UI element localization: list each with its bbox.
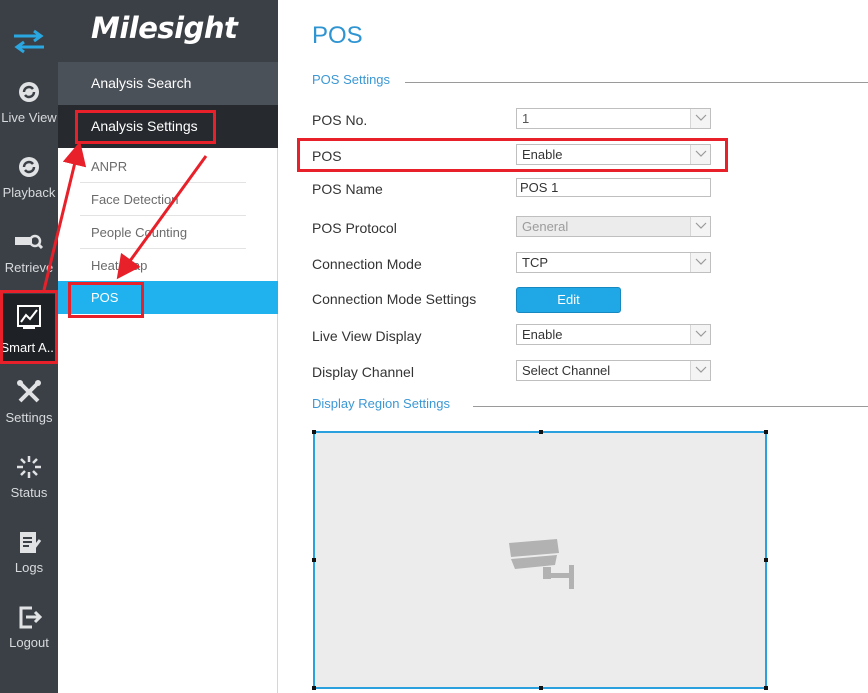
resize-handle[interactable] [764,558,768,562]
chevron-down-icon [690,109,710,128]
pos-name-label: POS Name [312,181,383,197]
nav-analysis-search[interactable]: Analysis Search [58,62,278,105]
nav-item-face-detection[interactable]: Face Detection [58,183,278,216]
select-value: Enable [522,327,563,342]
edit-button[interactable]: Edit [516,287,621,313]
chevron-down-icon [690,325,710,344]
brand-logo: Milesight [91,11,238,45]
secondary-nav: Milesight Analysis Search Analysis Setti… [58,0,278,693]
live-view-icon [14,78,44,108]
display-channel-select[interactable]: Select Channel [516,360,711,381]
section-divider [405,82,868,83]
select-value: TCP [522,255,548,270]
rail-item-logout[interactable]: Logout [0,603,58,673]
settings-icon [14,378,44,408]
live-view-display-select[interactable]: Enable [516,324,711,345]
app-window: Live View Playback Retrieve Smart A... S [0,0,868,693]
connection-mode-settings-label: Connection Mode Settings [312,291,477,307]
section-title-pos-settings: POS Settings [312,72,401,87]
pos-no-label: POS No. [312,112,368,128]
display-channel-label: Display Channel [312,364,414,380]
resize-handle[interactable] [539,686,543,690]
pos-protocol-select[interactable]: General [516,216,711,237]
logs-icon [14,528,44,558]
section-divider [473,406,868,407]
highlight-box [68,282,144,318]
pos-protocol-label: POS Protocol [312,220,397,236]
section-title-display-region: Display Region Settings [312,396,461,411]
highlight-box [0,290,58,364]
select-value: General [522,219,569,234]
live-view-display-label: Live View Display [312,328,422,344]
highlight-box [75,110,216,144]
nav-item-heat-map[interactable]: Heat Map [58,249,278,282]
playback-icon [14,153,44,183]
logout-icon [14,603,44,633]
nav-item-label: Heat Map [91,258,148,273]
display-region-canvas[interactable] [312,430,768,690]
resize-handle[interactable] [764,430,768,434]
nav-item-anpr[interactable]: ANPR [58,150,278,183]
highlight-box [297,138,728,172]
connection-mode-label: Connection Mode [312,256,422,272]
status-icon [14,453,44,483]
pos-name-input[interactable]: POS 1 [516,178,711,197]
rail-item-playback[interactable]: Playback [0,153,58,223]
resize-handle[interactable] [312,430,316,434]
nav-item-people-counting[interactable]: People Counting [58,216,278,249]
chevron-down-icon [690,253,710,272]
rail-item-label: Logout [9,635,49,650]
select-value: Select Channel [522,363,611,378]
rail-item-label: Retrieve [4,260,54,275]
pos-no-select[interactable]: 1 [516,108,711,129]
resize-handle[interactable] [539,430,543,434]
brand-header: Milesight [58,0,278,62]
rail-item-logs[interactable]: Logs [0,528,58,598]
select-value: 1 [522,111,530,126]
camera-placeholder-icon [505,537,577,598]
nav-item-label: ANPR [91,159,128,174]
main-content: POS POS Settings POS No. 1 POS Enable PO… [281,0,868,693]
chevron-down-icon [690,217,710,236]
rail-item-settings[interactable]: Settings [0,378,58,448]
resize-handle[interactable] [764,686,768,690]
nav-item-label: People Counting [91,225,188,240]
nav-item-label: Face Detection [91,192,179,207]
retrieve-icon [14,228,44,258]
resize-handle[interactable] [312,686,316,690]
connection-mode-select[interactable]: TCP [516,252,711,273]
rail-item-label: Playback [2,185,56,200]
menu-toggle-icon[interactable] [10,27,48,55]
resize-handle[interactable] [312,558,316,562]
rail-item-label: Live View [1,110,57,125]
rail-item-label: Settings [5,410,53,425]
rail-item-label: Logs [14,560,44,575]
rail-item-retrieve[interactable]: Retrieve [0,228,58,298]
rail-item-label: Status [10,485,48,500]
page-title: POS [312,22,363,49]
rail-item-status[interactable]: Status [0,453,58,523]
rail-item-live-view[interactable]: Live View [0,78,58,148]
chevron-down-icon [690,361,710,380]
